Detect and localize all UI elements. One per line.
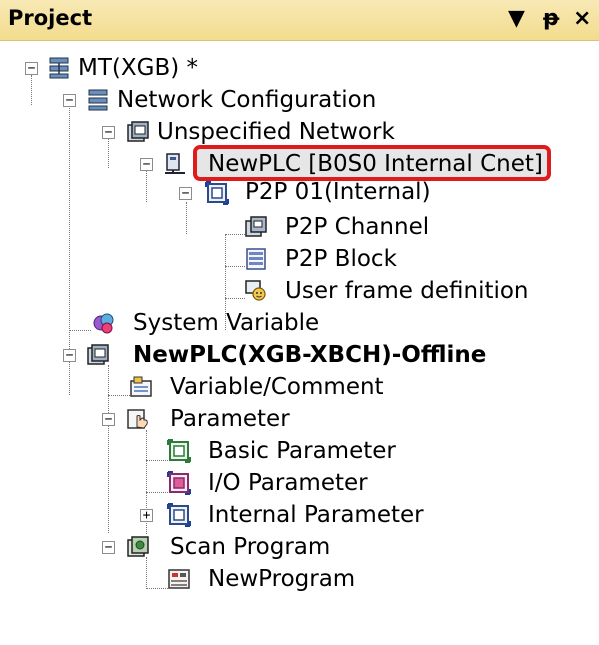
tree-label: P2P Channel <box>285 214 430 240</box>
expand-toggle[interactable]: + <box>140 509 153 522</box>
tree-label: System Variable <box>133 310 320 336</box>
tree-node-variable-comment[interactable]: Variable/Comment <box>0 372 599 402</box>
variable-comment-icon <box>130 376 152 397</box>
tree-label: NewProgram <box>208 566 356 592</box>
tree-node-p2p-01[interactable]: − P2P 01(Internal) <box>0 179 599 210</box>
pin-icon[interactable]: ᵽ <box>543 5 559 33</box>
tree-label: NewPLC [B0S0 Internal Cnet] <box>208 151 543 177</box>
tree-node-parameter[interactable]: − Parameter <box>0 404 599 434</box>
tree-node-network-configuration[interactable]: − Network Configuration <box>0 85 599 115</box>
plc-folder-icon <box>87 344 109 365</box>
tree-label: I/O Parameter <box>208 470 368 496</box>
tree-label: Parameter <box>170 406 290 432</box>
collapse-toggle[interactable]: − <box>179 187 192 200</box>
tree-label: Variable/Comment <box>170 374 384 400</box>
tree-label: P2P 01(Internal) <box>245 179 431 205</box>
p2p-icon <box>205 181 229 205</box>
tree-label: Internal Parameter <box>208 502 424 528</box>
tree-node-unspecified-network[interactable]: − Unspecified Network <box>0 117 599 147</box>
parameter-hand-icon <box>127 409 148 429</box>
project-network-icon <box>49 57 69 79</box>
tree-node-p2p-block[interactable]: P2P Block <box>0 244 599 274</box>
close-icon[interactable]: × <box>573 5 591 33</box>
panel-titlebar: Project ▼ ᵽ × <box>0 0 599 41</box>
collapse-toggle[interactable]: − <box>102 541 115 554</box>
project-tree: − MT(XGB) * − Network Configuration − Un… <box>0 40 599 645</box>
network-config-icon <box>88 89 108 111</box>
internal-parameter-icon <box>167 503 191 527</box>
tree-label: User frame definition <box>285 278 529 304</box>
program-icon <box>168 569 190 589</box>
tree-label: Basic Parameter <box>208 438 396 464</box>
plc-module-icon <box>165 153 185 174</box>
tree-label: Network Configuration <box>117 87 377 113</box>
block-list-icon <box>246 248 266 270</box>
tree-label: Scan Program <box>170 534 331 560</box>
tree-node-basic-parameter[interactable]: Basic Parameter <box>0 436 599 466</box>
tree-label: NewPLC(XGB-XBCH)-Offline <box>133 342 487 368</box>
tree-label: MT(XGB) * <box>78 55 199 81</box>
tree-node-root[interactable]: − MT(XGB) * <box>0 53 599 83</box>
user-frame-icon <box>245 280 266 301</box>
tree-node-p2p-channel[interactable]: P2P Channel <box>0 212 599 242</box>
tree-node-scan-program[interactable]: − Scan Program <box>0 532 599 562</box>
collapse-toggle[interactable]: − <box>102 126 115 139</box>
network-folder-icon <box>127 121 149 142</box>
panel-title: Project <box>8 6 93 30</box>
tree-node-io-parameter[interactable]: I/O Parameter <box>0 468 599 498</box>
scan-program-icon <box>127 536 149 557</box>
tree-node-newplc-cnet[interactable]: − NewPLC [B0S0 Internal Cnet] <box>0 149 599 179</box>
system-variable-icon <box>93 313 114 334</box>
collapse-toggle[interactable]: − <box>63 94 76 107</box>
collapse-toggle[interactable]: − <box>102 413 115 426</box>
collapse-toggle[interactable]: − <box>63 349 76 362</box>
tree-node-internal-parameter[interactable]: + Internal Parameter <box>0 500 599 530</box>
collapse-toggle[interactable]: − <box>140 158 153 171</box>
tree-node-user-frame-definition[interactable]: User frame definition <box>0 276 599 306</box>
tree-label: Unspecified Network <box>157 119 395 145</box>
basic-parameter-icon <box>167 439 191 463</box>
io-parameter-icon <box>167 471 191 495</box>
channel-icon <box>245 216 267 237</box>
tree-label: P2P Block <box>285 246 397 272</box>
tree-node-newplc-offline[interactable]: − NewPLC(XGB-XBCH)-Offline <box>0 340 599 370</box>
dropdown-icon[interactable]: ▼ <box>508 5 525 33</box>
tree-node-system-variable[interactable]: System Variable <box>0 308 599 338</box>
collapse-toggle[interactable]: − <box>25 62 38 75</box>
tree-node-new-program[interactable]: NewProgram <box>0 564 599 594</box>
